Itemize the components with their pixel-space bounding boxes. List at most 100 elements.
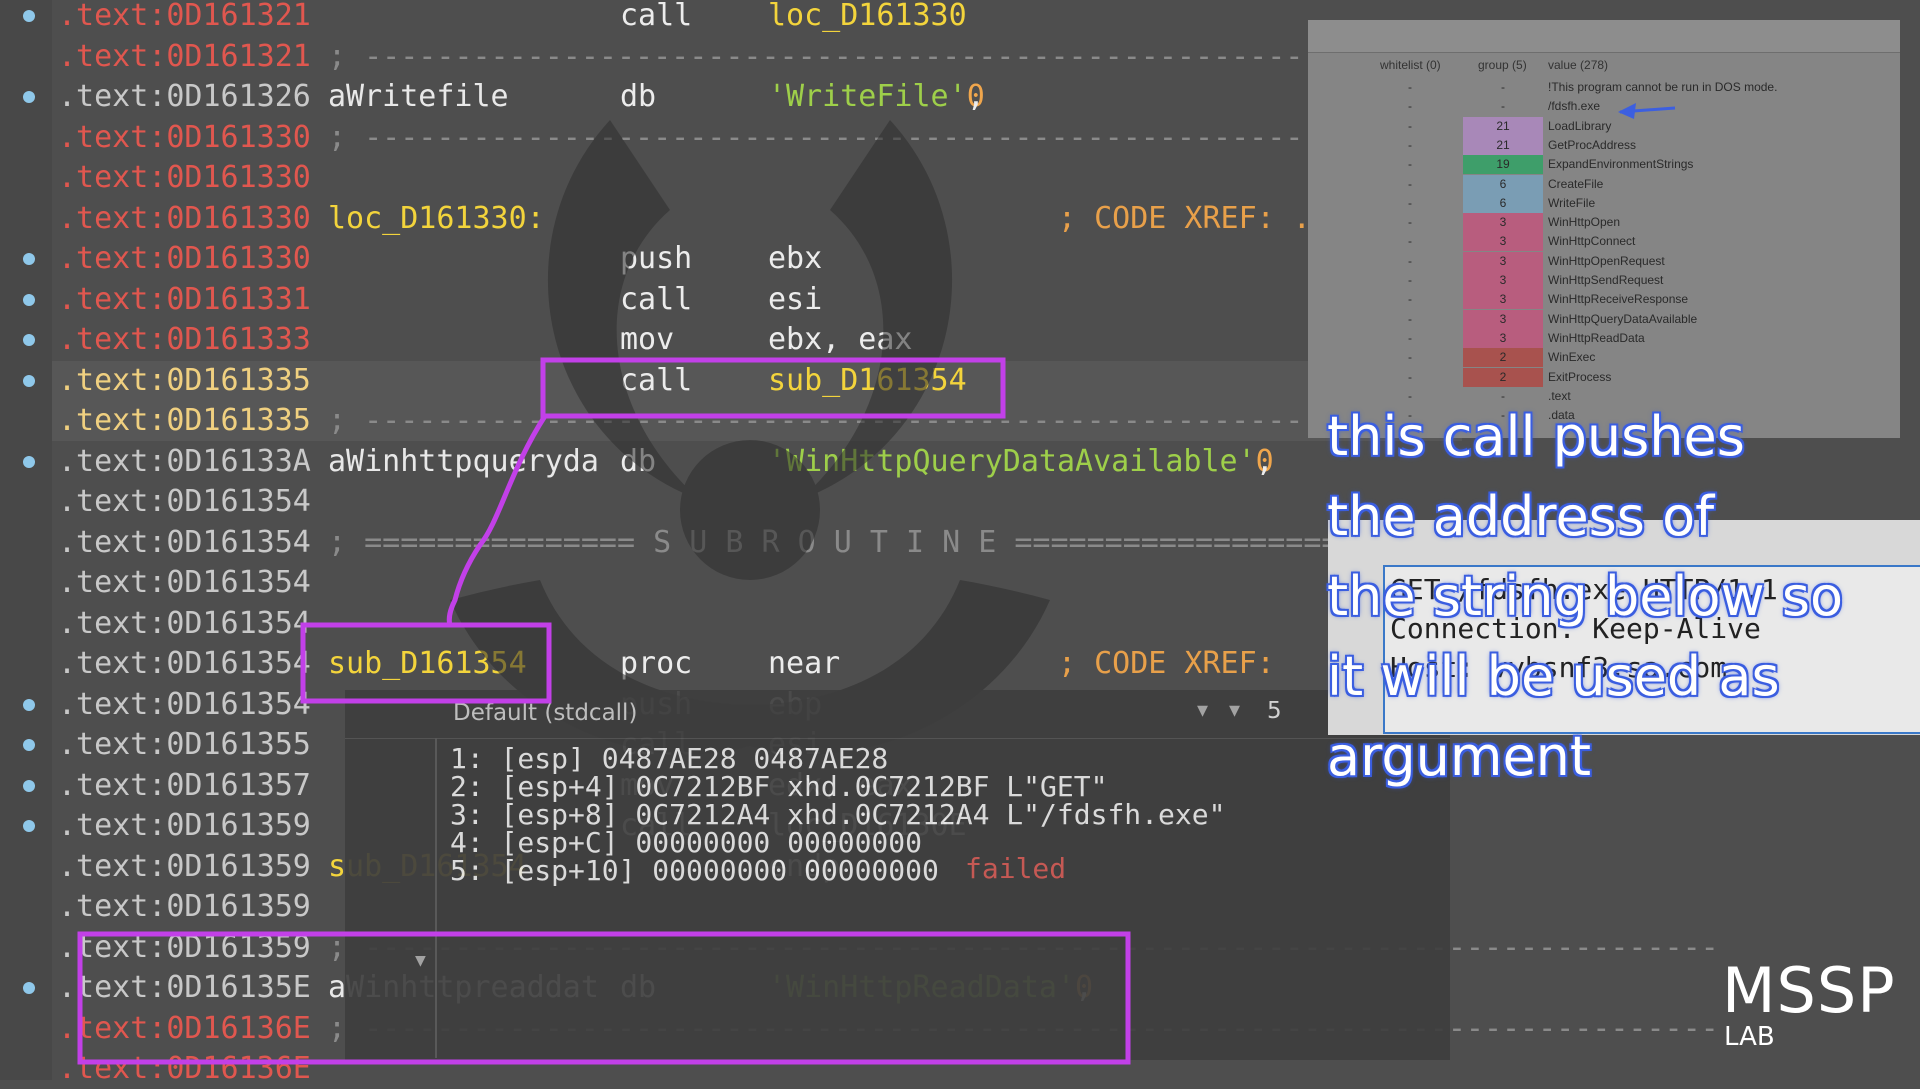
line-address[interactable]: .text:0D161354 <box>58 563 311 603</box>
breakpoint-dot-icon[interactable] <box>23 698 35 711</box>
strings-cell-value: ExitProcess <box>1548 369 1612 384</box>
strings-cell-group: 6 <box>1463 174 1543 194</box>
line-address[interactable]: .text:0D161330 <box>58 239 311 279</box>
strings-row[interactable]: - 3 WinHttpQueryDataAvailable <box>1308 309 1900 329</box>
strings-row[interactable]: - 6 WriteFile <box>1308 193 1900 213</box>
breakpoint-gutter[interactable] <box>0 0 52 1080</box>
strings-row[interactable]: - 21 GetProcAddress <box>1308 135 1900 155</box>
panel-divider <box>435 738 437 1058</box>
line-address[interactable]: .text:0D161335 <box>58 361 311 401</box>
strings-row[interactable]: - - !This program cannot be run in DOS mod… <box>1308 78 1900 97</box>
strings-row[interactable]: - 3 WinHttpSendRequest <box>1308 271 1900 290</box>
strings-row[interactable]: - - .text <box>1308 387 1900 406</box>
column-header-value[interactable]: value (278) <box>1548 58 1608 72</box>
strings-cell-value: WinHttpOpen <box>1548 215 1621 230</box>
column-header-group[interactable]: group (5) <box>1478 58 1527 72</box>
breakpoint-dot-icon[interactable] <box>23 779 35 792</box>
xref-comment[interactable]: ; CODE XREF: <box>1058 644 1275 684</box>
strings-cell-whitelist: - <box>1408 292 1412 307</box>
line-address[interactable]: .text:0D161330 <box>58 158 311 198</box>
breakpoint-dot-icon[interactable] <box>23 820 35 832</box>
annotation-line: the string below so <box>1327 565 1844 628</box>
breakpoint-dot-icon[interactable] <box>23 10 35 22</box>
strings-cell-group: 3 <box>1463 290 1543 310</box>
strings-cell-whitelist: - <box>1408 99 1412 114</box>
breakpoint-dot-icon[interactable] <box>23 91 35 103</box>
line-address[interactable]: .text:0D16136E <box>58 1009 311 1049</box>
strings-row[interactable]: - 19 ExpandEnvironmentStrings <box>1308 155 1900 175</box>
strings-cell-value: LoadLibrary <box>1548 118 1612 133</box>
line-address[interactable]: .text:0D161357 <box>58 766 311 806</box>
strings-cell-whitelist: - <box>1408 388 1412 403</box>
line-address[interactable]: .text:0D161359 <box>58 887 311 927</box>
strings-cell-value: WinHttpOpenRequest <box>1548 253 1665 268</box>
line-address[interactable]: .text:0D161321 <box>58 37 311 77</box>
operand-part[interactable]: , <box>1256 442 1274 482</box>
column-header-whitelist[interactable]: whitelist (0) <box>1380 58 1441 72</box>
line-address[interactable]: .text:0D161354 <box>58 523 311 563</box>
annotation-line: this call pushes <box>1327 405 1745 468</box>
line-address[interactable]: .text:0D161359 <box>58 847 311 887</box>
line-address[interactable]: .text:0D161321 <box>58 0 311 36</box>
logo-main: MSSP <box>1722 954 1896 1027</box>
call-status-text: failed <box>965 852 1067 885</box>
line-address[interactable]: .text:0D161354 <box>58 685 311 725</box>
operand-text[interactable]: loc_D161330 <box>768 0 967 33</box>
strings-panel: whitelist (0) group (5) value (278) - - !T… <box>1308 20 1900 438</box>
line-address[interactable]: .text:0D161335 <box>58 401 311 441</box>
strings-row[interactable]: - 3 WinHttpOpenRequest <box>1308 251 1900 271</box>
strings-row[interactable]: - 6 CreateFile <box>1308 174 1900 194</box>
argument-count-field[interactable]: 5 <box>1267 698 1282 724</box>
line-address[interactable]: .text:0D161330 <box>58 199 311 239</box>
line-address[interactable]: .text:0D161354 <box>58 644 311 684</box>
strings-row[interactable]: - 3 WinHttpReceiveResponse <box>1308 290 1900 310</box>
line-address[interactable]: .text:0D161326 <box>58 77 311 117</box>
scroll-down-icon[interactable]: ▼ <box>415 950 426 971</box>
breakpoint-dot-icon[interactable] <box>23 253 35 265</box>
breakpoint-dot-icon[interactable] <box>23 293 35 306</box>
strings-cell-group: 2 <box>1463 348 1543 368</box>
strings-row[interactable]: - 3 WinHttpConnect <box>1308 232 1900 252</box>
calling-convention-select[interactable]: Default (stdcall) <box>453 700 637 726</box>
line-mnemonic[interactable]: call <box>620 0 692 36</box>
breakpoint-dot-icon[interactable] <box>23 739 35 751</box>
stack-argument-row: 5: [esp+10] 00000000 00000000 <box>450 854 939 887</box>
strings-row[interactable]: - - /fdsfh.exe <box>1308 97 1900 116</box>
line-address[interactable]: .text:0D161333 <box>58 320 311 360</box>
strings-row[interactable]: - 2 ExitProcess <box>1308 367 1900 387</box>
strings-cell-group: 19 <box>1463 155 1543 175</box>
line-operand[interactable]: loc_D161330 <box>768 0 967 36</box>
annotation-line: the address of <box>1327 485 1715 548</box>
breakpoint-dot-icon[interactable] <box>23 334 35 346</box>
annotation-line: it will be used as <box>1327 645 1780 708</box>
strings-cell-group: 3 <box>1463 271 1543 290</box>
strings-cell-group: 2 <box>1463 367 1543 387</box>
breakpoint-dot-icon[interactable] <box>23 455 35 468</box>
line-address[interactable]: .text:0D161354 <box>58 604 311 644</box>
strings-cell-value: CreateFile <box>1548 176 1604 191</box>
line-address[interactable]: .text:0D16136E <box>58 1049 311 1089</box>
line-address[interactable]: .text:0D161359 <box>58 806 311 846</box>
line-address[interactable]: .text:0D161330 <box>58 118 311 158</box>
strings-cell-whitelist: - <box>1408 137 1412 152</box>
strings-cell-value: WinHttpSendRequest <box>1548 273 1664 287</box>
strings-row[interactable]: - 3 WinHttpReadData <box>1308 328 1900 348</box>
chevron-down-icon[interactable]: ▾ ▾ <box>1197 698 1240 723</box>
strings-cell-value: WinHttpConnect <box>1548 234 1636 249</box>
line-address[interactable]: .text:0D161331 <box>58 280 311 320</box>
strings-row[interactable]: - 21 LoadLibrary <box>1308 116 1900 136</box>
strings-cell-group: 21 <box>1463 135 1543 155</box>
line-address[interactable]: .text:0D161354 <box>58 482 311 522</box>
line-address[interactable]: .text:0D161359 <box>58 928 311 968</box>
strings-row[interactable]: - 3 WinHttpOpen <box>1308 213 1900 233</box>
line-address[interactable]: .text:0D161355 <box>58 725 311 765</box>
strings-row[interactable]: - 2 WinExec <box>1308 348 1900 368</box>
line-address[interactable]: .text:0D16135E <box>58 968 311 1008</box>
strings-cell-whitelist: - <box>1408 80 1412 94</box>
breakpoint-dot-icon[interactable] <box>23 374 35 387</box>
strings-cell-value: WriteFile <box>1548 195 1596 210</box>
strings-cell-group: - <box>1501 388 1505 403</box>
strings-cell-whitelist: - <box>1408 253 1412 268</box>
breakpoint-dot-icon[interactable] <box>23 982 35 994</box>
line-address[interactable]: .text:0D16133A <box>58 442 311 482</box>
